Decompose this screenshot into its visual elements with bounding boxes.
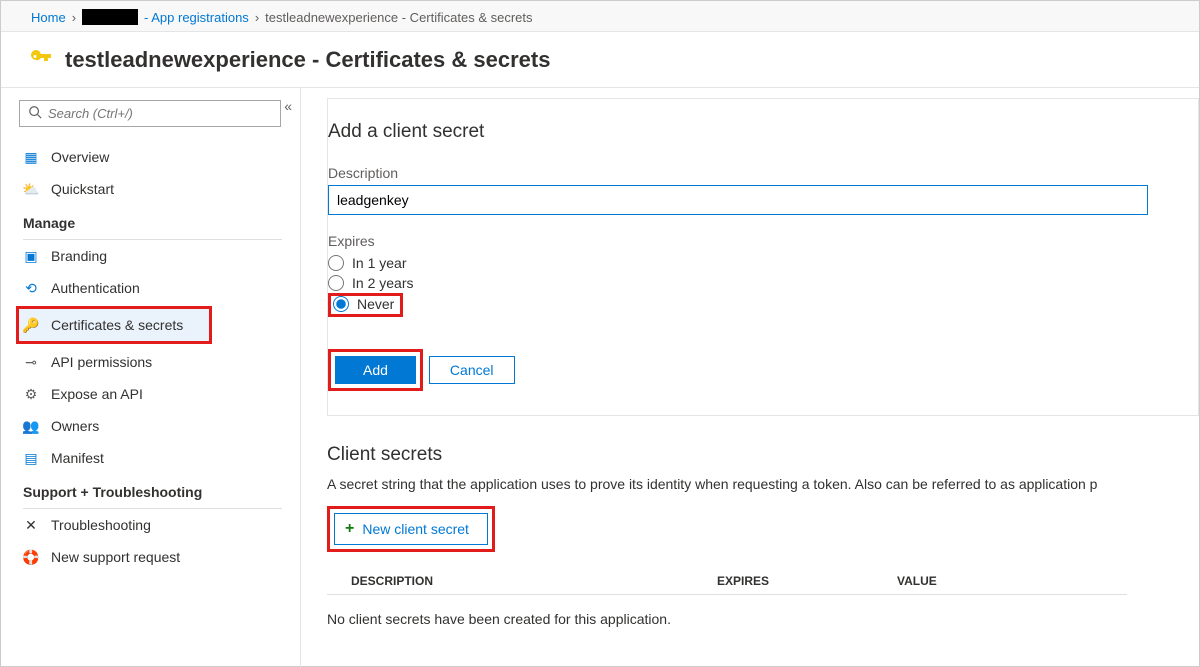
sidebar-item-owners[interactable]: 👥 Owners <box>1 410 300 442</box>
sidebar-item-expose-api[interactable]: ⚙ Expose an API <box>1 378 300 410</box>
sidebar-item-label: New support request <box>51 549 180 565</box>
sidebar-item-certificates-secrets[interactable]: 🔑 Certificates & secrets <box>16 306 212 344</box>
collapse-chevron-icon[interactable]: « <box>284 98 292 114</box>
cancel-button[interactable]: Cancel <box>429 356 515 384</box>
radio-1year[interactable] <box>328 255 344 271</box>
section-description: A secret string that the application use… <box>327 476 1199 492</box>
sidebar-item-quickstart[interactable]: ⛅ Quickstart <box>1 173 300 205</box>
radio-label: In 1 year <box>352 255 406 271</box>
table-empty-message: No client secrets have been created for … <box>327 595 1127 627</box>
sidebar-item-label: Manifest <box>51 450 104 466</box>
expose-api-icon: ⚙ <box>23 386 39 402</box>
button-label: New client secret <box>362 521 469 537</box>
radio-label: Never <box>357 296 394 312</box>
sidebar-item-manifest[interactable]: ▤ Manifest <box>1 442 300 474</box>
plus-icon: + <box>345 520 354 538</box>
breadcrumb-redacted <box>82 9 138 25</box>
breadcrumb: Home › - App registrations › testleadnew… <box>1 1 1199 32</box>
chevron-right-icon: › <box>72 10 76 25</box>
expires-option-never[interactable]: Never <box>333 296 394 312</box>
expires-option-1year[interactable]: In 1 year <box>328 253 1198 273</box>
sidebar-item-label: Owners <box>51 418 99 434</box>
new-client-secret-button[interactable]: + New client secret <box>334 513 488 545</box>
expires-option-never-highlight: Never <box>328 293 403 317</box>
sidebar-section-manage: Manage <box>1 205 300 235</box>
col-value: VALUE <box>897 574 1127 588</box>
sidebar-item-troubleshooting[interactable]: ✕ Troubleshooting <box>1 509 300 541</box>
sidebar: « ▦ Overview ⛅ Quickstart Manage ▣ Brand… <box>1 88 301 667</box>
sidebar-item-label: Certificates & secrets <box>51 317 183 333</box>
main-content: Add a client secret Description Expires … <box>301 88 1199 667</box>
radio-never[interactable] <box>333 296 349 312</box>
sidebar-item-new-support-request[interactable]: 🛟 New support request <box>1 541 300 573</box>
manifest-icon: ▤ <box>23 450 39 466</box>
breadcrumb-home[interactable]: Home <box>31 10 66 25</box>
sidebar-section-support: Support + Troubleshooting <box>1 474 300 504</box>
authentication-icon: ⟲ <box>23 280 39 296</box>
sidebar-item-label: API permissions <box>51 354 152 370</box>
sidebar-item-overview[interactable]: ▦ Overview <box>1 141 300 173</box>
sidebar-item-label: Overview <box>51 149 109 165</box>
radio-label: In 2 years <box>352 275 413 291</box>
sidebar-item-label: Expose an API <box>51 386 143 402</box>
client-secrets-table: DESCRIPTION EXPIRES VALUE No client secr… <box>327 568 1127 627</box>
search-input[interactable] <box>48 106 272 121</box>
overview-icon: ▦ <box>23 149 39 165</box>
col-description: DESCRIPTION <box>327 574 717 588</box>
key-icon <box>29 46 53 73</box>
sidebar-item-branding[interactable]: ▣ Branding <box>1 240 300 272</box>
add-button[interactable]: Add <box>335 356 416 384</box>
page-header: testleadnewexperience - Certificates & s… <box>1 32 1199 88</box>
owners-icon: 👥 <box>23 418 39 434</box>
page-title: testleadnewexperience - Certificates & s… <box>65 47 550 73</box>
sidebar-item-authentication[interactable]: ⟲ Authentication <box>1 272 300 304</box>
chevron-right-icon: › <box>255 10 259 25</box>
description-label: Description <box>328 165 1198 181</box>
col-expires: EXPIRES <box>717 574 897 588</box>
section-title: Client secrets <box>327 444 1199 466</box>
sidebar-item-label: Troubleshooting <box>51 517 151 533</box>
sidebar-item-label: Branding <box>51 248 107 264</box>
expires-option-2years[interactable]: In 2 years <box>328 273 1198 293</box>
expires-label: Expires <box>328 233 1198 249</box>
sidebar-item-label: Quickstart <box>51 181 114 197</box>
key-icon: 🔑 <box>23 317 39 333</box>
search-icon <box>28 105 42 122</box>
panel-title: Add a client secret <box>328 121 1198 143</box>
radio-2years[interactable] <box>328 275 344 291</box>
sidebar-search[interactable] <box>19 100 281 127</box>
client-secrets-section: Client secrets A secret string that the … <box>327 444 1199 627</box>
breadcrumb-current: testleadnewexperience - Certificates & s… <box>265 10 532 25</box>
add-client-secret-panel: Add a client secret Description Expires … <box>327 98 1199 416</box>
sidebar-item-api-permissions[interactable]: ⊸ API permissions <box>1 346 300 378</box>
add-button-highlight: Add <box>328 349 423 391</box>
sidebar-item-label: Authentication <box>51 280 140 296</box>
api-permissions-icon: ⊸ <box>23 354 39 370</box>
new-client-secret-highlight: + New client secret <box>327 506 495 552</box>
table-header: DESCRIPTION EXPIRES VALUE <box>327 568 1127 595</box>
quickstart-icon: ⛅ <box>23 181 39 197</box>
branding-icon: ▣ <box>23 248 39 264</box>
breadcrumb-app-registrations[interactable]: - App registrations <box>144 10 249 25</box>
description-input[interactable] <box>328 185 1148 215</box>
support-request-icon: 🛟 <box>23 549 39 565</box>
troubleshooting-icon: ✕ <box>23 517 39 533</box>
